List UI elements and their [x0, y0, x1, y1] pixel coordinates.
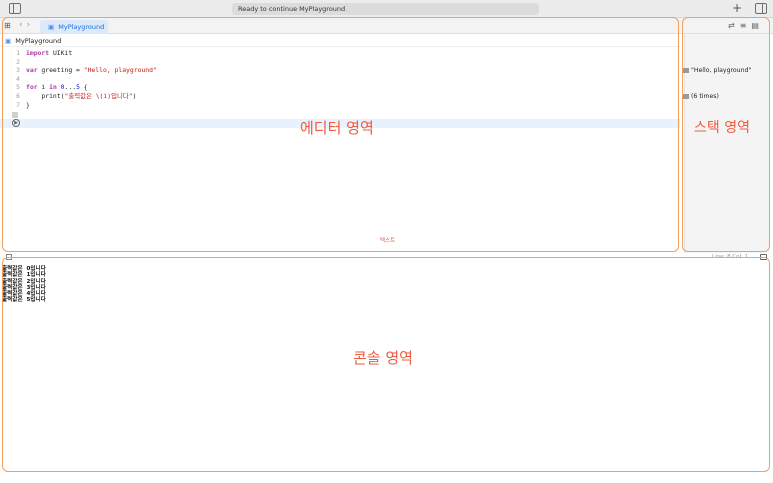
- grid-icon[interactable]: ⊞: [4, 21, 11, 30]
- code-text: var greeting = "Hello, playground": [26, 66, 157, 75]
- add-button[interactable]: +: [732, 1, 742, 15]
- code-token: "출력값은 \(i)입니다": [64, 91, 133, 100]
- tab-label: MyPlayground: [58, 23, 105, 31]
- code-token: {: [79, 83, 88, 92]
- tab-bar: ⊞ ‹› ▣ MyPlayground ⇄≡▤: [0, 18, 773, 34]
- code-token: import: [26, 49, 50, 57]
- code-editor[interactable]: 1 import UIKit 2 3 var greeting = "Hello, pl…: [0, 49, 680, 109]
- result-greeting-text: "Hello, playground": [691, 67, 752, 74]
- code-line[interactable]: 5 for i in 0...5 {: [0, 83, 680, 92]
- code-token: in: [49, 83, 57, 92]
- result-loop[interactable]: (6 times): [683, 93, 719, 100]
- code-token: UIKit: [49, 49, 73, 57]
- line-number: 3: [16, 66, 20, 75]
- code-line[interactable]: 4: [0, 75, 680, 84]
- line-8-marker: [12, 112, 18, 118]
- code-text: }: [26, 101, 30, 110]
- cursor-position: Line: 8 Col: 1: [712, 254, 749, 260]
- playground-file-icon: ▣: [5, 37, 12, 45]
- quick-look-icon[interactable]: [683, 93, 689, 99]
- code-token: var: [26, 66, 38, 75]
- quick-look-icon[interactable]: [683, 67, 689, 73]
- console-line: 출력값은 5입니다: [2, 297, 46, 304]
- result-greeting[interactable]: "Hello, playground": [683, 67, 751, 74]
- code-token: print(: [26, 91, 65, 100]
- code-token: ...: [64, 83, 77, 92]
- editor-region-label: 에디터 영역: [300, 119, 374, 137]
- console-line: 출력값은 2입니다: [2, 278, 46, 285]
- code-line[interactable]: 2: [0, 58, 680, 67]
- code-token: "Hello, playground": [83, 66, 157, 75]
- line-number: 2: [16, 57, 20, 66]
- text-annotation: 텍스트: [380, 238, 396, 244]
- tab-myplayground[interactable]: ▣ MyPlayground: [40, 20, 108, 34]
- breadcrumb[interactable]: ▣ MyPlayground: [0, 35, 680, 47]
- console-output: 출력값은 0입니다 출력값은 1입니다 출력값은 2입니다 출력값은 3입니다 출력값은…: [2, 266, 46, 304]
- code-line[interactable]: 7}: [0, 101, 680, 110]
- playground-file-icon: ▣: [48, 23, 55, 31]
- navigation-arrows[interactable]: ‹›: [19, 20, 34, 30]
- line-number: 4: [16, 74, 20, 83]
- stack-region-label: 스택 영역: [694, 120, 750, 136]
- console-line: 출력값은 1입니다: [2, 272, 46, 279]
- run-button[interactable]: ▶: [12, 119, 20, 127]
- code-line[interactable]: 6 print("출력값은 \(i)입니다"): [0, 92, 680, 101]
- editor-options-icon[interactable]: ⇄≡▤: [728, 21, 764, 30]
- code-token: ): [132, 91, 137, 100]
- code-text: print("출력값은 \(i)입니다"): [26, 92, 136, 101]
- panel-layout-icon[interactable]: [760, 254, 767, 260]
- inspector-toggle-icon[interactable]: [755, 3, 767, 14]
- code-text: import UIKit: [26, 49, 72, 58]
- console-region-label: 콘솔 영역: [353, 349, 413, 367]
- code-token: i: [37, 83, 50, 92]
- sidebar-toggle-icon[interactable]: [9, 3, 21, 14]
- code-line[interactable]: 1 import UIKit: [0, 49, 680, 58]
- activity-status: Ready to continue MyPlayground: [232, 3, 539, 15]
- debug-bar: [0, 253, 773, 261]
- line-number: 6: [16, 91, 20, 100]
- line-number: 1: [16, 49, 20, 57]
- code-token: for: [26, 83, 38, 92]
- line-number: 7: [16, 100, 20, 109]
- console-toggle-icon[interactable]: [6, 254, 12, 260]
- code-token: }: [26, 100, 30, 109]
- code-text: for i in 0...5 {: [26, 83, 88, 92]
- result-loop-text: (6 times): [691, 93, 719, 100]
- line-number: 5: [16, 83, 20, 92]
- code-line[interactable]: 3 var greeting = "Hello, playground": [0, 66, 680, 75]
- breadcrumb-label: MyPlayground: [15, 37, 62, 45]
- code-token: greeting =: [37, 66, 84, 75]
- title-bar: Ready to continue MyPlayground +: [0, 0, 773, 18]
